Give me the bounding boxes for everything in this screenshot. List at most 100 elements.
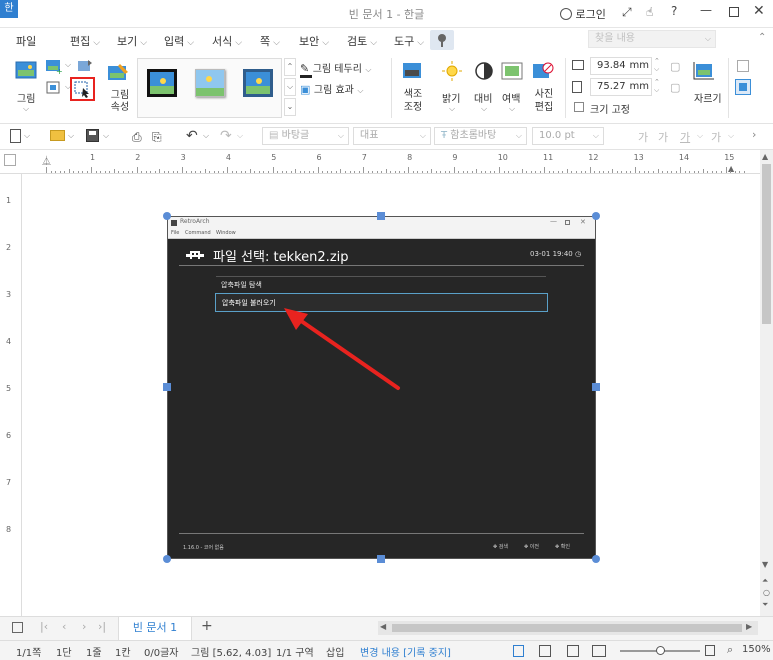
picture-border-button[interactable]: ✎ 그림 테두리 ⌵ [300,60,371,75]
select-object-button[interactable] [70,77,95,101]
resize-handle-right[interactable] [592,383,600,391]
hscroll-thumb[interactable] [392,624,742,632]
wrap-square-icon[interactable] [735,79,751,95]
resize-handle-top-right[interactable] [592,212,600,220]
resize-handle-bottom-right[interactable] [592,555,600,563]
menu-review[interactable]: 검토 ⌵ [347,33,377,49]
maximize-icon[interactable] [729,7,739,17]
fullscreen-icon[interactable]: ⤢ [622,5,632,20]
scroll-thumb[interactable] [762,164,771,324]
page-view-icon[interactable] [12,622,23,633]
hand-icon[interactable]: ☝ [646,5,653,19]
redo-icon[interactable]: ↷ [220,128,232,144]
crop-button[interactable]: 자르기 [692,60,722,110]
next-doc-icon[interactable]: › [82,620,86,633]
menu-edit[interactable]: 편집 ⌵ [70,33,100,49]
login-button[interactable]: 로그인 [560,6,606,22]
font-select[interactable]: Ŧ 함초롬바탕 ⌵ [434,127,527,145]
add-tab-icon[interactable]: + [201,618,213,634]
picture-style-2[interactable] [195,69,225,97]
original-size-icon[interactable]: ▢ [670,60,680,73]
underline-font-icon[interactable]: 가 [680,129,690,145]
scroll-up-icon[interactable]: ▲ [762,152,768,161]
prev-page-icon[interactable]: ⏶ [762,576,768,586]
zoom-slider-thumb[interactable] [656,646,665,655]
status-mode[interactable]: 삽입 [326,644,344,659]
picture-style-1[interactable] [147,69,177,97]
page-view-icon[interactable] [567,645,579,657]
gallery-scroll-up-icon[interactable]: ⌃ [284,58,296,76]
resize-handle-bottom[interactable] [377,555,385,563]
ribbon-collapse-icon[interactable]: ⌃ [758,32,766,43]
two-page-view-icon[interactable] [592,645,606,657]
status-track-changes[interactable]: 변경 내용 [기록 중지] [360,644,451,659]
resize-handle-top[interactable] [377,212,385,220]
print-preview-icon[interactable]: ⎘ [152,130,162,145]
picture-properties-button[interactable]: 그림 속성 [106,62,132,114]
picture-swap-icon[interactable] [76,58,94,77]
open-folder-icon[interactable] [50,130,65,141]
indent-marker[interactable]: ⏅ [42,154,51,167]
menu-file[interactable]: 파일 [16,33,36,49]
gallery-more-icon[interactable]: ⌄ [284,98,296,116]
save-icon[interactable] [86,129,99,142]
zoom-level[interactable]: 150% [742,644,771,655]
font-color-icon[interactable]: 가 [711,129,721,145]
outline-select[interactable]: 대표 ⌵ [353,127,431,145]
brightness-button[interactable]: 밝기 ⌵ [440,60,468,118]
help-icon[interactable]: ? [671,4,677,18]
menu-security[interactable]: 보안 ⌵ [299,33,329,49]
next-page-icon[interactable]: ⏷ [762,600,768,610]
print-icon[interactable]: ⎙ [132,130,142,145]
resize-handle-top-left[interactable] [163,212,171,220]
menu-page[interactable]: 쪽 ⌵ [260,33,280,49]
resize-handle-bottom-left[interactable] [163,555,171,563]
document-tab[interactable]: 빈 문서 1 [118,617,192,640]
resize-handle-left[interactable] [163,383,171,391]
vertical-scrollbar[interactable]: ▲ ▼ ⏶ ○ ⏷ [760,150,773,616]
menu-insert[interactable]: 입력 ⌵ [164,33,194,49]
zoom-fit-icon[interactable] [705,645,715,656]
zoom-slider[interactable] [620,646,700,655]
decrease-font-icon[interactable]: 가 [658,129,668,145]
right-indent-marker[interactable]: ▲ [728,164,734,173]
close-icon[interactable]: ✕ [753,3,765,19]
reset-size-icon[interactable]: ▢ [670,81,680,94]
toolbar-more-icon[interactable]: › [752,128,756,141]
scroll-down-icon[interactable]: ▼ [762,560,768,569]
status-page[interactable]: 1/1쪽 [16,644,41,659]
picture-replace-icon[interactable]: + [45,58,63,77]
height-spinner[interactable]: ⌃ ⌵ [654,78,663,96]
menu-format[interactable]: 서식 ⌵ [212,33,242,49]
style-select[interactable]: ▤ 바탕글 ⌵ [262,127,349,145]
photo-edit-button[interactable]: 사진 편집 [531,60,559,118]
menu-view[interactable]: 보기 ⌵ [117,33,147,49]
picture-button[interactable]: 그림 ⌵ [14,60,40,113]
increase-font-icon[interactable]: 가 [638,129,648,145]
contrast-button[interactable]: 대비 ⌵ [472,60,500,118]
horizontal-scrollbar[interactable]: ◀ ▶ [378,621,758,635]
gallery-scroll-down-icon[interactable]: ⌵ [284,78,296,96]
width-spinner[interactable]: ⌃ ⌵ [654,57,663,75]
font-size-select[interactable]: 10.0 pt ⌵ [532,127,604,145]
undo-icon[interactable]: ↶ [186,128,198,144]
width-view-icon[interactable] [539,645,551,657]
normal-view-icon[interactable] [513,645,524,657]
picture-style-3[interactable] [243,69,273,97]
search-input[interactable]: 찾을 내용 ⌵ [588,30,716,48]
prev-doc-icon[interactable]: ‹ [62,620,66,633]
menu-tools[interactable]: 도구 ⌵ [394,33,424,49]
last-doc-icon[interactable]: ›| [98,620,106,633]
color-adjust-button[interactable]: 색조 조정 [400,60,428,118]
page-nav-icon[interactable]: ○ [763,588,770,597]
scroll-left-icon[interactable]: ◀ [380,622,386,631]
height-field[interactable]: 75.27 mm [590,78,652,96]
minimize-icon[interactable]: — [700,3,712,17]
zoom-icon[interactable]: ⌕ [727,643,733,657]
fix-size-checkbox[interactable] [574,102,584,112]
wrap-none-icon[interactable] [737,60,749,72]
picture-save-icon[interactable] [45,80,63,99]
picture-effect-button[interactable]: ▣ 그림 효과 ⌵ [300,81,363,96]
width-field[interactable]: 93.84 mm [590,57,652,75]
first-doc-icon[interactable]: |‹ [40,620,48,633]
